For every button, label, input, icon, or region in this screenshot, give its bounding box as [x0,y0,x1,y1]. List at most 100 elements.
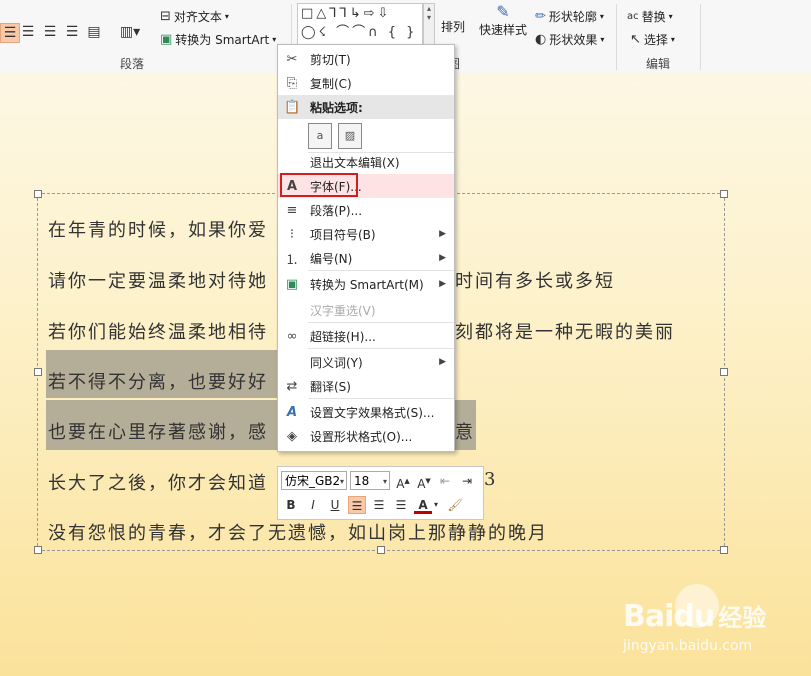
distribute-button[interactable]: ▤ [85,23,103,41]
underline-button[interactable]: U [326,496,344,514]
text-line-selected[interactable]: 若不得不分离，也要好好 [48,368,268,394]
text-line[interactable]: 在年青的时候，如果你爱 [48,216,268,242]
menu-item-synonyms[interactable]: 同义词(Y) ▶ [278,350,454,374]
shape-gallery-row: □△⅂⅂↳⇨⇩ [301,6,392,21]
quick-styles-label: 快速样式 [479,23,528,37]
scissors-icon: ✂ [286,51,298,67]
select-button[interactable]: ↖ 选择 ▾ [630,31,675,48]
submenu-arrow-icon: ▶ [439,279,446,289]
menu-item-label: 翻译(S) [310,379,351,394]
resize-handle[interactable] [720,546,728,554]
arrange-button[interactable]: 排列 [441,18,465,35]
font-size-combo[interactable]: 18 ▾ [350,471,390,490]
menu-separator [308,270,454,271]
gallery-scroll[interactable]: ▴ ▾ [423,3,435,47]
text-line-tail[interactable]: 意 [455,418,475,444]
translate-icon: ⇄ [286,378,298,394]
menu-item-label: 同义词(Y) [310,355,363,370]
text-line[interactable]: 长大了之後，你才会知道 [48,469,268,495]
chevron-down-icon[interactable]: ▾ [431,496,441,514]
menu-item-cut[interactable]: ✂ 剪切(T) [278,47,454,71]
menu-item-label: 编号(N) [310,251,353,266]
resize-handle[interactable] [34,546,42,554]
chevron-down-icon: ▾ [668,12,673,21]
menu-separator [308,398,454,399]
highlight-box [280,173,358,197]
smartart-icon: ▣ [285,276,299,292]
resize-handle[interactable] [377,546,385,554]
replace-icon: ac [627,11,639,22]
convert-smartart-button[interactable]: ▣ 转换为 SmartArt ▾ [160,31,276,48]
menu-item-label: 粘贴选项: [310,100,363,115]
justify-button[interactable]: ☰ [63,23,81,41]
menu-item-exit-text-edit[interactable]: 退出文本编辑(X) [278,150,454,174]
watermark-brand: Bai [623,599,674,634]
shape-gallery-row: ◯☇ ⌒⌒∩ { } [301,25,418,40]
text-line-tail[interactable]: 刻都将是一种无暇的美丽 [455,318,675,344]
text-line[interactable]: 请你一定要温柔地对待她 [48,267,268,293]
paste-as-picture-icon[interactable]: ▨ [338,123,362,149]
align-left-button[interactable]: ☰ [0,23,20,43]
replace-label: 替换 [641,10,666,24]
submenu-arrow-icon: ▶ [439,357,446,367]
align-center-button[interactable]: ☰ [19,23,37,41]
font-name-combo[interactable]: 仿宋_GB2 ▾ [281,471,347,490]
align-left-icon[interactable]: ☰ [348,496,366,514]
shape-effects-button[interactable]: ◐ 形状效果 ▾ [535,31,604,48]
chevron-down-icon: ▾ [272,35,277,44]
watermark-brand-suffix: du [673,599,715,634]
align-text-button[interactable]: ⊟ 对齐文本 ▾ [160,8,229,25]
resize-handle[interactable] [34,190,42,198]
menu-item-bullets[interactable]: ⁝ 项目符号(B) ▶ [278,222,454,246]
grow-font-icon[interactable]: A▲ [394,472,412,491]
menu-item-label: 汉字重选(V) [310,303,376,318]
quick-styles-button[interactable]: ✎ 快速样式 [479,2,527,38]
font-color-button[interactable]: A [414,496,432,514]
chevron-down-icon: ▾ [600,35,605,44]
align-text-icon: ⊟ [160,9,171,24]
mini-toolbar: 仿宋_GB2 ▾ 18 ▾ A▲ A▼ ⇤ ⇥ B I U ☰ ☰ ☰ A ▾ … [277,466,484,520]
menu-item-label: 超链接(H)... [310,329,376,344]
italic-button[interactable]: I [304,496,322,514]
menu-item-paragraph[interactable]: ≡ 段落(P)... [278,198,454,222]
paste-keep-text-icon[interactable]: a [308,123,332,149]
group-label-editing: 编辑 [646,57,671,71]
format-painter-icon[interactable]: 🖌 [446,496,464,514]
shape-gallery[interactable]: □△⅂⅂↳⇨⇩ ◯☇ ⌒⌒∩ { } [297,3,423,45]
submenu-arrow-icon: ▶ [439,253,446,263]
align-center-icon[interactable]: ☰ [370,496,388,514]
group-divider [616,4,617,70]
menu-item-convert-smartart[interactable]: ▣ 转换为 SmartArt(M) ▶ [278,272,454,296]
text-line-tail[interactable]: 3 [484,469,497,490]
menu-item-numbering[interactable]: ⒈ 编号(N) ▶ [278,246,454,270]
text-effects-icon: A [286,404,298,420]
bold-button[interactable]: B [282,496,300,514]
bullets-icon: ⁝ [289,226,295,242]
group-divider [700,4,701,70]
watermark-cn: 经验 [718,604,767,632]
columns-button[interactable]: ▥▾ [118,23,142,41]
hyperlink-icon: ∞ [286,328,298,344]
text-line[interactable]: 若你们能始终温柔地相待 [48,318,268,344]
align-right-button[interactable]: ☰ [41,23,59,41]
resize-handle[interactable] [34,368,42,376]
resize-handle[interactable] [720,368,728,376]
menu-item-text-effects[interactable]: A 设置文字效果格式(S)... [278,400,454,424]
resize-handle[interactable] [720,190,728,198]
replace-button[interactable]: ac 替换 ▾ [627,8,673,25]
text-line-selected[interactable]: 也要在心里存著感谢，感 [48,418,268,444]
menu-separator [308,322,454,323]
menu-item-copy[interactable]: ⎘ 复制(C) [278,71,454,95]
text-line[interactable]: 没有怨恨的青春，才会了无遗憾，如山岗上那静静的晚月 [48,519,548,545]
align-right-icon[interactable]: ☰ [392,496,410,514]
font-name-value: 仿宋_GB2 [285,474,341,488]
shape-outline-button[interactable]: ✏ 形状轮廓 ▾ [535,8,604,25]
decrease-indent-icon[interactable]: ⇤ [436,472,454,490]
text-line-tail[interactable]: 时间有多长或多短 [455,267,615,293]
menu-item-hyperlink[interactable]: ∞ 超链接(H)... [278,324,454,348]
menu-item-translate[interactable]: ⇄ 翻译(S) [278,374,454,398]
baidu-watermark: Baidu 经验 jingyan.baidu.com [623,584,767,654]
shrink-font-icon[interactable]: A▼ [415,472,433,491]
menu-item-shape-format[interactable]: ◈ 设置形状格式(O)... [278,424,454,448]
increase-indent-icon[interactable]: ⇥ [458,472,476,490]
